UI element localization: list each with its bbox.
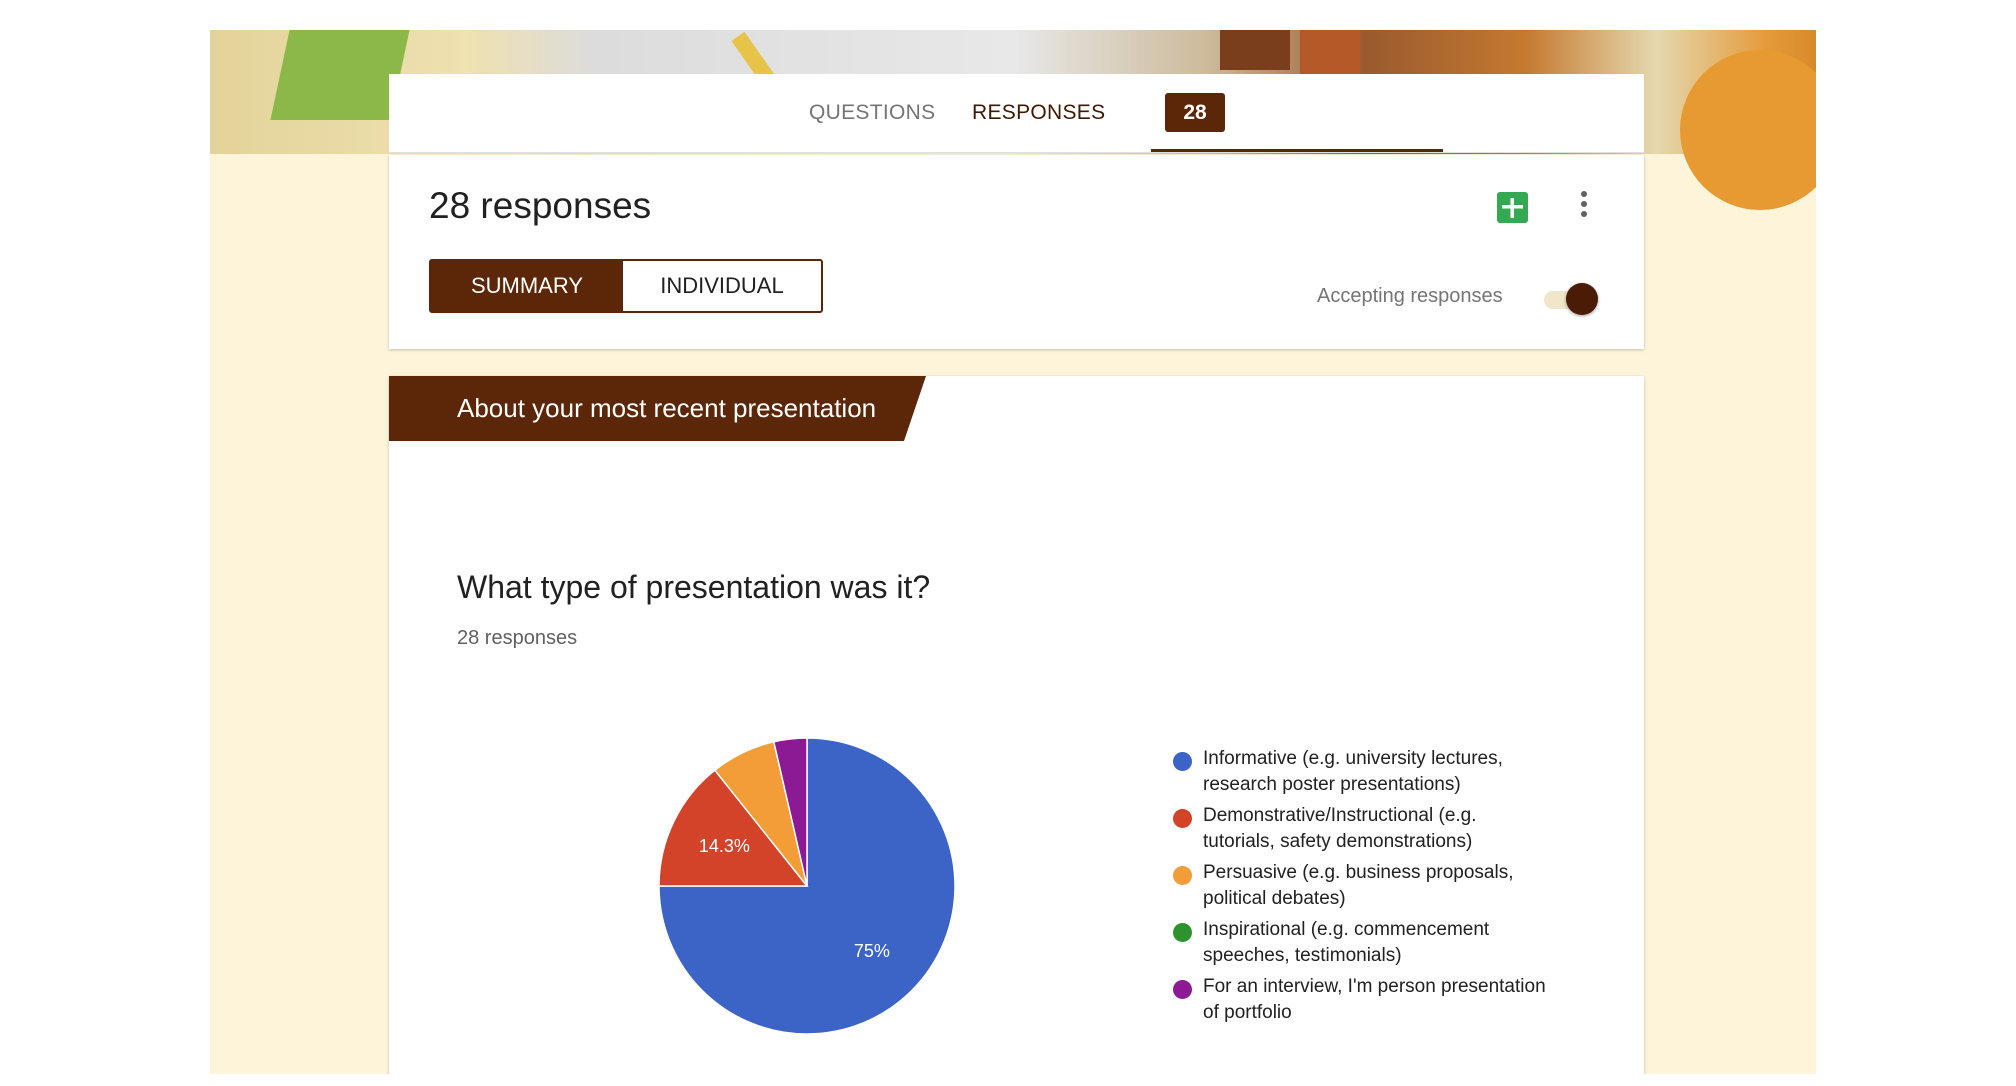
responses-summary-card: 28 responses SUMMARY INDIVIDUAL Acceptin… xyxy=(389,155,1644,349)
legend-label: Informative (e.g. university lectures, r… xyxy=(1203,748,1503,795)
tab-responses[interactable]: RESPONSES xyxy=(972,74,1105,152)
legend-label: Inspirational (e.g. commencement speeche… xyxy=(1203,919,1490,966)
legend-label: Persuasive (e.g. business proposals, pol… xyxy=(1203,862,1514,909)
pie-slice-label: 14.3% xyxy=(699,836,750,856)
legend-label: Demonstrative/Instructional (e.g. tutori… xyxy=(1203,805,1477,852)
question-response-count: 28 responses xyxy=(457,627,578,649)
active-tab-indicator xyxy=(1151,149,1443,152)
legend-item: For an interview, I'm person presentatio… xyxy=(1173,974,1553,1026)
pie-slice-label: 75% xyxy=(854,941,890,961)
legend-color-dot xyxy=(1173,866,1192,885)
legend-color-dot xyxy=(1173,752,1192,771)
legend-color-dot xyxy=(1173,923,1192,942)
question-summary-card: About your most recent presentation What… xyxy=(389,376,1644,1074)
chart-legend: Informative (e.g. university lectures, r… xyxy=(1173,746,1553,1031)
more-vert-icon[interactable] xyxy=(1572,187,1596,227)
legend-item: Persuasive (e.g. business proposals, pol… xyxy=(1173,860,1553,912)
accepting-responses-toggle[interactable] xyxy=(1544,283,1600,315)
legend-label: For an interview, I'm person presentatio… xyxy=(1203,976,1546,1023)
question-title: What type of presentation was it? xyxy=(457,569,931,605)
individual-button[interactable]: INDIVIDUAL xyxy=(623,261,821,311)
legend-color-dot xyxy=(1173,980,1192,999)
banner-decoration xyxy=(1300,30,1360,80)
sheets-icon[interactable] xyxy=(1497,192,1528,223)
banner-decoration xyxy=(1680,50,1816,210)
accepting-responses-label: Accepting responses xyxy=(1317,285,1503,307)
pie-chart: 75% 14.3% xyxy=(658,737,956,1035)
responses-count-badge: 28 xyxy=(1165,93,1225,132)
section-header: About your most recent presentation xyxy=(389,376,926,441)
legend-color-dot xyxy=(1173,809,1192,828)
page-frame: QUESTIONS RESPONSES 28 28 responses SUMM… xyxy=(210,30,1816,1074)
banner-decoration xyxy=(1220,30,1290,70)
legend-item: Inspirational (e.g. commencement speeche… xyxy=(1173,917,1553,969)
legend-item: Demonstrative/Instructional (e.g. tutori… xyxy=(1173,803,1553,855)
tab-questions[interactable]: QUESTIONS xyxy=(809,74,935,152)
summary-button[interactable]: SUMMARY xyxy=(431,261,623,311)
view-toggle: SUMMARY INDIVIDUAL xyxy=(429,259,823,313)
legend-item: Informative (e.g. university lectures, r… xyxy=(1173,746,1553,798)
section-title: About your most recent presentation xyxy=(457,393,877,423)
responses-title: 28 responses xyxy=(429,185,652,226)
tab-bar: QUESTIONS RESPONSES 28 xyxy=(389,74,1644,153)
